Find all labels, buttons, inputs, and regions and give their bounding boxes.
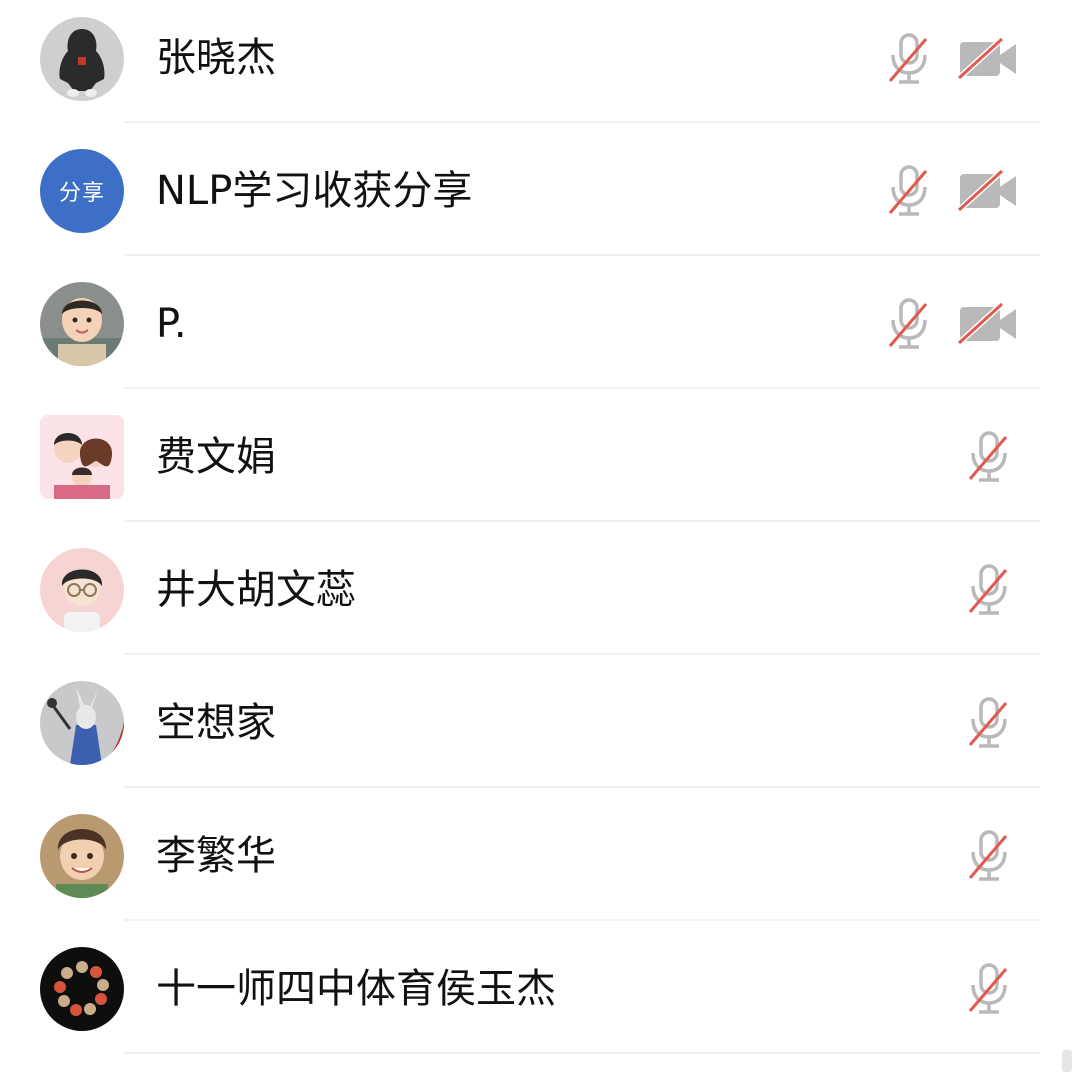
participant-name: P.	[156, 301, 187, 347]
scrollbar[interactable]	[1056, 1046, 1080, 1080]
mic-off-icon[interactable]	[960, 826, 1020, 886]
cartoon-family-avatar	[40, 415, 124, 499]
participant-name: 空想家	[156, 700, 276, 746]
participant-name: 张晓杰	[156, 35, 276, 81]
row-divider	[124, 1052, 1040, 1054]
mic-off-icon[interactable]	[880, 161, 940, 221]
participant-avatar	[40, 548, 124, 632]
participant-row[interactable]: 井大胡文蕊	[0, 522, 1080, 655]
participant-name: 费文娟	[156, 434, 276, 480]
camera-off-icon[interactable]	[958, 161, 1018, 221]
participant-avatar	[40, 814, 124, 898]
scrollbar-thumb[interactable]	[1062, 1050, 1072, 1072]
participant-avatar	[40, 415, 124, 499]
participant-list: 张晓杰 分享 NLP学习收获分享 P. 费文娟 井大胡文蕊 空想家 李繁华 十一…	[0, 0, 1080, 1080]
mic-off-icon[interactable]	[880, 294, 940, 354]
beads-bracelet-avatar	[40, 947, 124, 1031]
participant-row[interactable]: 空想家	[0, 655, 1080, 788]
cartoon-glasses-girl-avatar	[40, 548, 124, 632]
camera-off-icon[interactable]	[958, 294, 1018, 354]
mic-off-icon[interactable]	[960, 427, 1020, 487]
mic-off-icon[interactable]	[960, 693, 1020, 753]
participant-name: 李繁华	[156, 833, 276, 879]
mic-off-icon[interactable]	[960, 959, 1020, 1019]
cartoon-rabbit-wizard-avatar	[40, 681, 124, 765]
participant-row[interactable]: 李繁华	[0, 788, 1080, 921]
person-in-hoodie-avatar	[40, 17, 124, 101]
participant-row[interactable]: P.	[0, 256, 1080, 389]
participant-avatar	[40, 282, 124, 366]
participant-avatar: 分享	[40, 149, 124, 233]
participant-name: NLP学习收获分享	[156, 168, 473, 214]
participant-avatar	[40, 681, 124, 765]
mic-off-icon[interactable]	[960, 560, 1020, 620]
participant-name: 井大胡文蕊	[156, 567, 356, 613]
avatar-label: 分享	[58, 181, 105, 206]
participant-row[interactable]: 费文娟	[0, 389, 1080, 522]
camera-off-icon[interactable]	[958, 29, 1018, 89]
participant-avatar	[40, 17, 124, 101]
child-photo-avatar	[40, 282, 124, 366]
participant-avatar	[40, 947, 124, 1031]
participant-row[interactable]: 十一师四中体育侯玉杰	[0, 921, 1080, 1054]
participant-name: 十一师四中体育侯玉杰	[156, 966, 556, 1012]
child-smiling-photo-avatar	[40, 814, 124, 898]
participant-row[interactable]: 分享 NLP学习收获分享	[0, 123, 1080, 256]
participant-row[interactable]: 张晓杰	[0, 0, 1080, 123]
mic-off-icon[interactable]	[880, 29, 940, 89]
